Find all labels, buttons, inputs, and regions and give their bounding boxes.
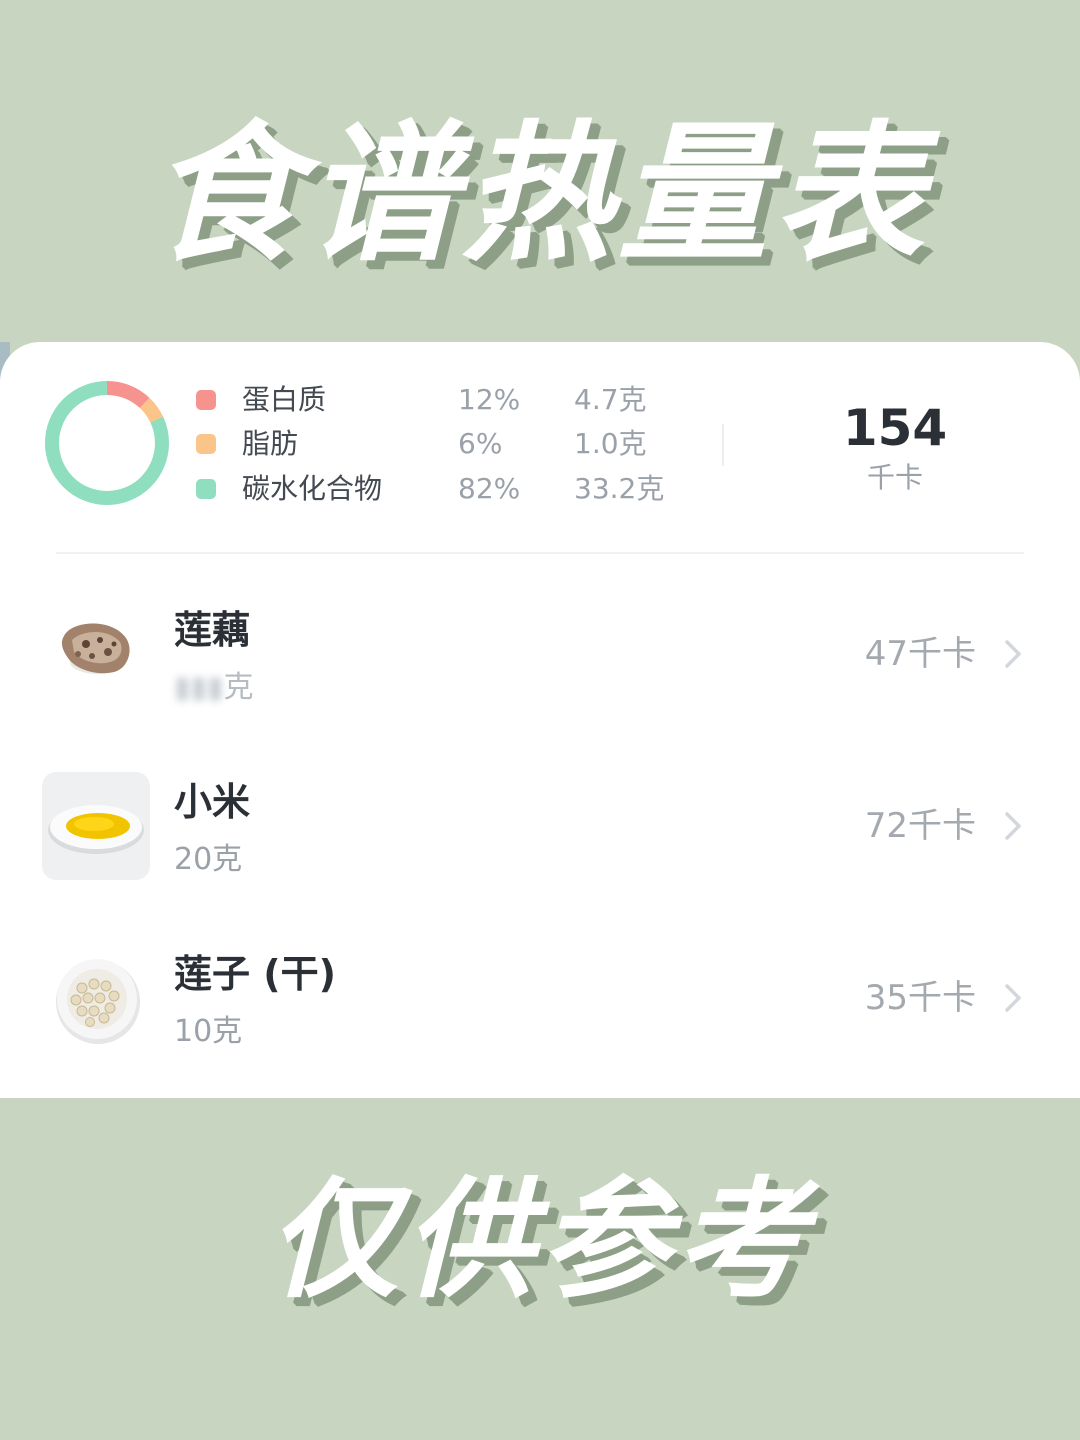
macro-name: 脂肪 xyxy=(242,427,299,460)
food-name: 莲子 (干) xyxy=(174,952,336,996)
macro-percent: 82% xyxy=(458,472,521,505)
macro-row-fat: 脂肪 6% 1.0克 xyxy=(196,424,696,464)
total-calories: 154 xyxy=(842,399,948,457)
macro-percent: 6% xyxy=(458,427,503,460)
food-item-lotus-root[interactable]: 莲藕 ▮▮▮克 47千卡 xyxy=(0,568,1080,740)
macro-donut-chart xyxy=(45,381,169,505)
food-weight-unit: 克 xyxy=(223,670,254,705)
lotus-root-image xyxy=(42,600,150,708)
chevron-right-icon xyxy=(1005,984,1021,1012)
summary-divider xyxy=(56,552,1024,554)
macro-amount: 4.7克 xyxy=(574,383,647,416)
total-calories-unit: 千卡 xyxy=(866,461,923,494)
macro-name: 碳水化合物 xyxy=(242,472,383,505)
protein-dot-icon xyxy=(196,390,216,410)
fat-dot-icon xyxy=(196,434,216,454)
macro-row-carbs: 碳水化合物 82% 33.2克 xyxy=(196,469,696,509)
food-calories: 47千卡 xyxy=(864,634,976,674)
nutrition-card: 蛋白质 12% 4.7克 脂肪 6% 1.0克 碳水化合物 82% 33.2克 … xyxy=(0,342,1080,1098)
millet-plate-image xyxy=(42,772,150,880)
food-calories: 72千卡 xyxy=(864,806,976,846)
food-weight: 10克 xyxy=(174,1014,243,1049)
carbs-dot-icon xyxy=(196,479,216,499)
nutrition-summary: 蛋白质 12% 4.7克 脂肪 6% 1.0克 碳水化合物 82% 33.2克 … xyxy=(0,342,1080,552)
macro-amount: 33.2克 xyxy=(574,472,665,505)
summary-vertical-divider xyxy=(722,424,724,466)
food-weight: 20克 xyxy=(174,842,243,877)
chevron-right-icon xyxy=(1005,640,1021,668)
food-item-millet[interactable]: 小米 20克 72千卡 xyxy=(0,740,1080,912)
macro-row-protein: 蛋白质 12% 4.7克 xyxy=(196,380,696,420)
blurred-weight-value: ▮▮▮ xyxy=(174,670,224,705)
chevron-right-icon xyxy=(1005,812,1021,840)
food-name: 小米 xyxy=(174,780,251,824)
food-item-lotus-seed[interactable]: 莲子 (干) 10克 35千卡 xyxy=(0,912,1080,1084)
macro-name: 蛋白质 xyxy=(242,383,327,416)
page-title: 食谱热量表 xyxy=(149,108,930,282)
lotus-seed-bowl-image xyxy=(42,944,150,1052)
food-name: 莲藕 xyxy=(174,608,251,652)
macro-percent: 12% xyxy=(458,383,521,416)
food-calories: 35千卡 xyxy=(864,978,976,1018)
footer-title: 仅供参考 xyxy=(267,1164,812,1316)
food-weight: ▮▮▮克 xyxy=(174,668,254,708)
macro-amount: 1.0克 xyxy=(574,427,647,460)
